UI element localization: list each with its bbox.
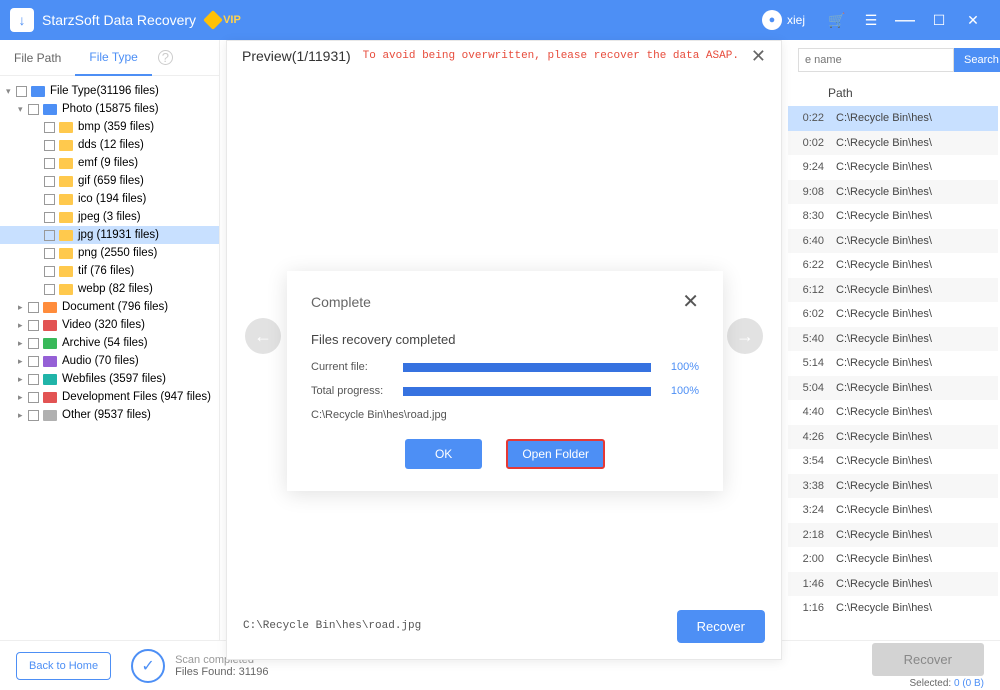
tree-audio[interactable]: ▸Audio (70 files) <box>0 352 219 370</box>
preview-warning: To avoid being overwritten, please recov… <box>351 50 751 62</box>
table-row[interactable]: 5:40C:\Recycle Bin\hes\ <box>788 327 998 352</box>
preview-title: Preview(1/11931) <box>242 48 351 64</box>
table-row[interactable]: 2:00C:\Recycle Bin\hes\ <box>788 547 998 572</box>
preview-recover-button[interactable]: Recover <box>677 610 765 643</box>
search-input[interactable] <box>798 48 954 72</box>
open-folder-button[interactable]: Open Folder <box>506 439 605 469</box>
tree-emf[interactable]: emf (9 files) <box>0 154 219 172</box>
tab-file-path[interactable]: File Path <box>0 40 75 76</box>
current-file-progress: Current file: 100% <box>311 361 699 373</box>
sidebar-tabs: File Path File Type ? <box>0 40 219 76</box>
table-row[interactable]: 6:22C:\Recycle Bin\hes\ <box>788 253 998 278</box>
table-row[interactable]: 3:38C:\Recycle Bin\hes\ <box>788 474 998 499</box>
minimize-icon[interactable]: — <box>891 6 919 34</box>
help-icon[interactable]: ? <box>158 50 173 65</box>
check-icon: ✓ <box>131 649 165 683</box>
table-row[interactable]: 0:02C:\Recycle Bin\hes\ <box>788 131 998 156</box>
tree-video[interactable]: ▸Video (320 files) <box>0 316 219 334</box>
tree-document[interactable]: ▸Document (796 files) <box>0 298 219 316</box>
results-table: Path 0:22C:\Recycle Bin\hes\0:02C:\Recyc… <box>788 80 998 621</box>
current-progress-bar <box>403 363 651 372</box>
tree-devfiles[interactable]: ▸Development Files (947 files) <box>0 388 219 406</box>
tree-photo[interactable]: ▾Photo (15875 files) <box>0 100 219 118</box>
table-row[interactable]: 8:30C:\Recycle Bin\hes\ <box>788 204 998 229</box>
close-icon[interactable]: ✕ <box>959 6 987 34</box>
table-row[interactable]: 4:26C:\Recycle Bin\hes\ <box>788 425 998 450</box>
complete-close-icon[interactable]: ✕ <box>682 289 699 314</box>
total-progress-bar <box>403 387 651 396</box>
prev-arrow-icon[interactable]: ← <box>245 318 281 354</box>
app-title: StarzSoft Data Recovery <box>42 12 196 28</box>
file-tree: ▾File Type(31196 files) ▾Photo (15875 fi… <box>0 76 219 640</box>
table-header: Path <box>788 80 998 106</box>
user-account[interactable]: ● xiej <box>762 10 805 30</box>
table-row[interactable]: 9:24C:\Recycle Bin\hes\ <box>788 155 998 180</box>
preview-close-icon[interactable]: ✕ <box>751 46 766 67</box>
table-row[interactable]: 2:18C:\Recycle Bin\hes\ <box>788 523 998 548</box>
tree-jpg[interactable]: jpg (11931 files) <box>0 226 219 244</box>
table-row[interactable]: 0:22C:\Recycle Bin\hes\ <box>788 106 998 131</box>
tree-gif[interactable]: gif (659 files) <box>0 172 219 190</box>
tree-ico[interactable]: ico (194 files) <box>0 190 219 208</box>
cart-icon[interactable]: 🛒 <box>823 6 851 34</box>
table-row[interactable]: 6:12C:\Recycle Bin\hes\ <box>788 278 998 303</box>
menu-icon[interactable]: ☰ <box>857 6 885 34</box>
table-row[interactable]: 6:02C:\Recycle Bin\hes\ <box>788 302 998 327</box>
preview-body: ← → Complete ✕ Files recovery completed … <box>227 71 781 601</box>
table-row[interactable]: 5:14C:\Recycle Bin\hes\ <box>788 351 998 376</box>
sidebar: File Path File Type ? ▾File Type(31196 f… <box>0 40 220 640</box>
tree-webp[interactable]: webp (82 files) <box>0 280 219 298</box>
tree-root[interactable]: ▾File Type(31196 files) <box>0 82 219 100</box>
recover-button[interactable]: Recover <box>872 643 984 676</box>
preview-footer: C:\Recycle Bin\hes\road.jpg Recover <box>227 601 781 651</box>
app-logo-icon: ↓ <box>10 8 34 32</box>
tree-dds[interactable]: dds (12 files) <box>0 136 219 154</box>
preview-header: Preview(1/11931) To avoid being overwrit… <box>227 41 781 71</box>
tree-webfiles[interactable]: ▸Webfiles (3597 files) <box>0 370 219 388</box>
table-row[interactable]: 3:54C:\Recycle Bin\hes\ <box>788 449 998 474</box>
table-row[interactable]: 4:40C:\Recycle Bin\hes\ <box>788 400 998 425</box>
files-found-text: Files Found: 31196 <box>175 666 268 678</box>
table-row[interactable]: 6:40C:\Recycle Bin\hes\ <box>788 229 998 254</box>
table-row[interactable]: 1:16C:\Recycle Bin\hes\ <box>788 596 998 621</box>
table-row[interactable]: 5:04C:\Recycle Bin\hes\ <box>788 376 998 401</box>
ok-button[interactable]: OK <box>405 439 482 469</box>
total-progress: Total progress: 100% <box>311 385 699 397</box>
tree-archive[interactable]: ▸Archive (54 files) <box>0 334 219 352</box>
selected-count: Selected: 0 (0 B) <box>872 678 984 689</box>
tree-tif[interactable]: tif (76 files) <box>0 262 219 280</box>
vip-badge[interactable]: VIP <box>206 13 241 27</box>
tab-file-type[interactable]: File Type <box>75 40 151 76</box>
complete-dialog: Complete ✕ Files recovery completed Curr… <box>287 271 723 491</box>
complete-path: C:\Recycle Bin\hes\road.jpg <box>311 409 699 421</box>
preview-path: C:\Recycle Bin\hes\road.jpg <box>243 620 677 632</box>
search-area: Search <box>798 40 988 80</box>
avatar-icon: ● <box>762 10 782 30</box>
back-home-button[interactable]: Back to Home <box>16 652 111 680</box>
tree-other[interactable]: ▸Other (9537 files) <box>0 406 219 424</box>
title-bar: ↓ StarzSoft Data Recovery VIP ● xiej 🛒 ☰… <box>0 0 1000 40</box>
username: xiej <box>787 13 805 27</box>
preview-panel: Preview(1/11931) To avoid being overwrit… <box>226 40 782 660</box>
complete-subtitle: Files recovery completed <box>311 332 699 347</box>
diamond-icon <box>203 10 223 30</box>
maximize-icon[interactable]: ☐ <box>925 6 953 34</box>
next-arrow-icon[interactable]: → <box>727 318 763 354</box>
tree-png[interactable]: png (2550 files) <box>0 244 219 262</box>
complete-title: Complete <box>311 294 682 310</box>
tree-bmp[interactable]: bmp (359 files) <box>0 118 219 136</box>
table-row[interactable]: 9:08C:\Recycle Bin\hes\ <box>788 180 998 205</box>
table-row[interactable]: 1:46C:\Recycle Bin\hes\ <box>788 572 998 597</box>
tree-jpeg[interactable]: jpeg (3 files) <box>0 208 219 226</box>
table-row[interactable]: 3:24C:\Recycle Bin\hes\ <box>788 498 998 523</box>
search-button[interactable]: Search <box>954 48 1000 72</box>
